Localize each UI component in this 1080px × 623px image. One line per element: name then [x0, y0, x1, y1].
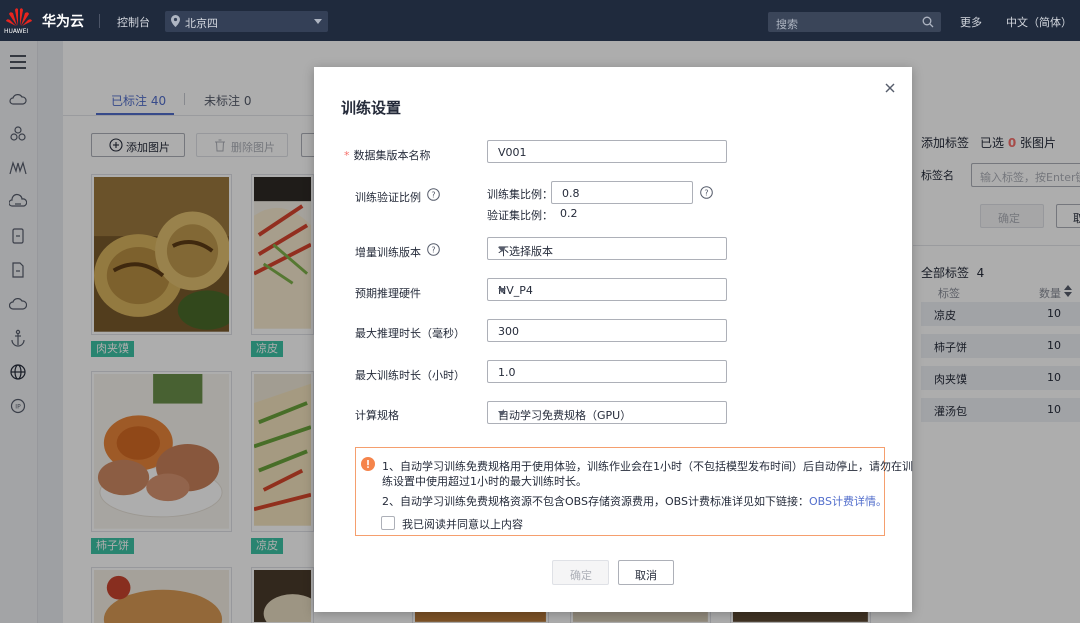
svg-text:?: ?: [704, 189, 708, 198]
language-selector[interactable]: 中文（简体）: [1006, 14, 1072, 30]
agree-checkbox-label[interactable]: 我已阅读并同意以上内容: [402, 516, 523, 532]
help-icon[interactable]: ?: [427, 188, 440, 201]
svg-text:?: ?: [431, 246, 435, 255]
logo-text: HUAWEI: [4, 28, 29, 35]
location-pin-icon: [171, 15, 180, 27]
training-settings-dialog: 训练设置 * 数据集版本名称 V001 训练验证比例 ? 训练集比例： 0.8 ?…: [314, 67, 913, 612]
search-placeholder: 搜索: [776, 18, 798, 31]
ratio-label: 训练验证比例: [355, 191, 421, 204]
help-icon[interactable]: ?: [427, 243, 440, 256]
max-inference-label: 最大推理时长（毫秒）: [355, 327, 465, 340]
cancel-button[interactable]: 取消: [618, 560, 674, 585]
agree-checkbox[interactable]: [381, 516, 395, 530]
required-mark: *: [344, 149, 350, 162]
top-navigation-bar: HUAWEI 华为云 控制台 北京四 搜索 更多 中文（简体）: [0, 0, 1080, 41]
confirm-button[interactable]: 确定: [552, 560, 609, 585]
inference-hardware-select[interactable]: NV_P4: [487, 278, 727, 301]
val-ratio-label: 验证集比例：: [487, 209, 553, 222]
search-icon[interactable]: [922, 16, 934, 28]
svg-text:?: ?: [431, 191, 435, 200]
dialog-title: 训练设置: [341, 99, 402, 117]
search-input[interactable]: 搜索: [768, 12, 941, 32]
divider: [99, 14, 100, 28]
max-training-input[interactable]: 1.0: [487, 360, 727, 383]
train-ratio-label: 训练集比例：: [487, 188, 553, 201]
compute-spec-label: 计算规格: [355, 409, 399, 422]
brand-name[interactable]: 华为云: [42, 11, 84, 31]
notice-line-1: 1、自动学习训练免费规格用于使用体验，训练作业会在1小时（不包括模型发布时间）后…: [382, 460, 913, 473]
more-menu[interactable]: 更多: [960, 14, 982, 30]
console-link[interactable]: 控制台: [117, 14, 150, 30]
inference-hardware-label: 预期推理硬件: [355, 287, 421, 300]
increment-version-label: 增量训练版本: [355, 246, 421, 259]
help-icon[interactable]: ?: [700, 186, 713, 199]
chevron-down-icon: [314, 19, 322, 24]
version-name-label: * 数据集版本名称: [344, 149, 431, 162]
notice-line-2: 练设置中使用超过1小时的最大训练时长。: [382, 475, 587, 488]
obs-pricing-link[interactable]: OBS计费详情。: [809, 495, 887, 508]
max-training-label: 最大训练时长（小时）: [355, 369, 465, 382]
chevron-down-icon: [498, 411, 506, 416]
close-icon[interactable]: [883, 81, 897, 95]
free-spec-notice: 1、自动学习训练免费规格用于使用体验，训练作业会在1小时（不包括模型发布时间）后…: [355, 447, 913, 536]
region-label: 北京四: [185, 17, 218, 30]
val-ratio-value: 0.2: [560, 207, 578, 220]
region-selector[interactable]: 北京四: [165, 11, 328, 32]
version-name-input[interactable]: V001: [487, 140, 727, 163]
increment-version-select[interactable]: 不选择版本: [487, 237, 727, 260]
notice-line-3: 2、自动学习训练免费规格资源不包含OBS存储资源费用，OBS计费标准详见如下链接…: [382, 495, 887, 508]
warning-icon: [361, 457, 375, 471]
chevron-down-icon: [498, 247, 506, 252]
max-inference-input[interactable]: 300: [487, 319, 727, 342]
chevron-down-icon: [498, 288, 506, 293]
train-ratio-input[interactable]: 0.8: [551, 181, 693, 204]
compute-spec-select[interactable]: 自动学习免费规格（GPU）: [487, 401, 727, 424]
